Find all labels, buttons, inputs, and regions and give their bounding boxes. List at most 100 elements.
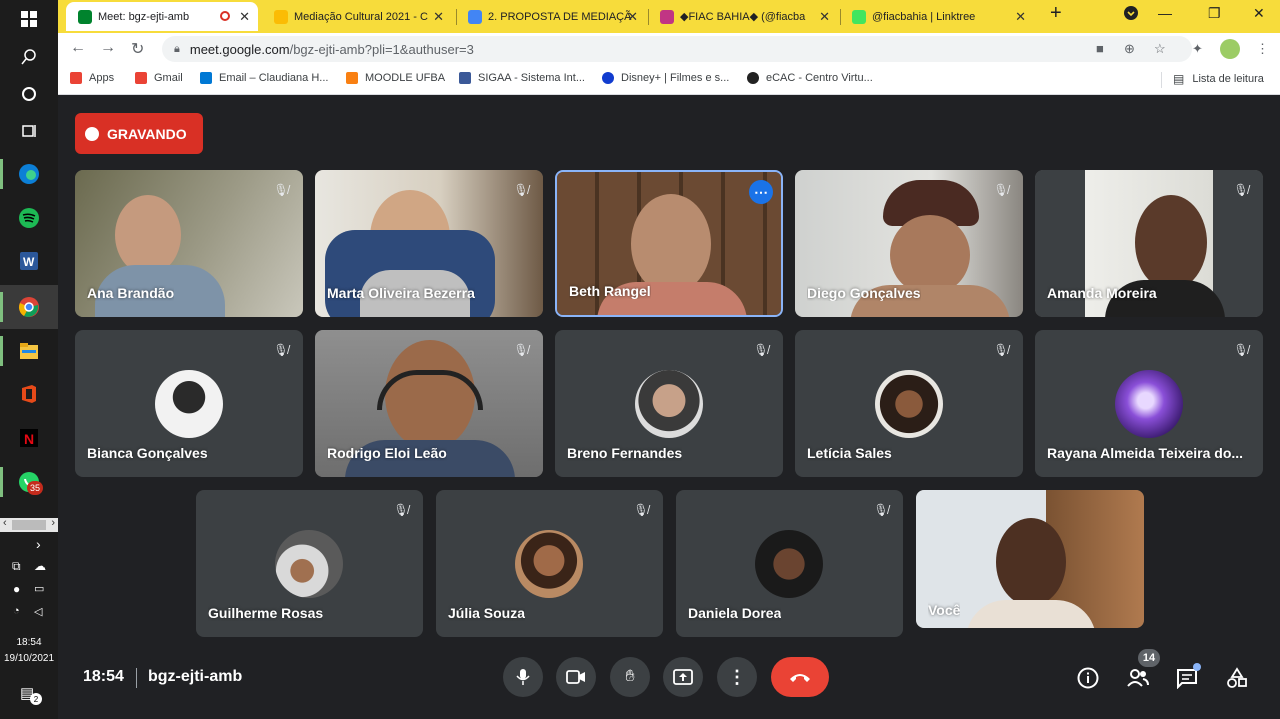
raise-hand-button[interactable]: ✋︎ bbox=[610, 657, 650, 697]
tab-instagram[interactable]: ◆FIAC BAHIA◆ (@fiacba ✕ bbox=[648, 2, 838, 31]
show-hidden-icons-icon[interactable]: › bbox=[36, 536, 41, 552]
taskbar-time[interactable]: 18:54 bbox=[0, 637, 58, 648]
participant-tile[interactable]: 🎙︎̸ Marta Oliveira Bezerra bbox=[315, 170, 543, 317]
more-options-icon[interactable]: ⋯ bbox=[749, 180, 773, 204]
cortana-icon[interactable] bbox=[14, 79, 44, 109]
zoom-icon[interactable]: ⊕ bbox=[1124, 41, 1135, 57]
leave-call-button[interactable] bbox=[771, 657, 829, 697]
participant-tile[interactable]: 🎙︎̸ Rodrigo Eloi Leão bbox=[315, 330, 543, 477]
muted-mic-icon: 🎙︎̸ bbox=[753, 343, 769, 357]
task-view-icon[interactable] bbox=[14, 116, 44, 146]
maximize-icon[interactable]: ❐ bbox=[1208, 5, 1221, 22]
file-explorer-icon[interactable] bbox=[14, 336, 44, 366]
tab-search-icon[interactable] bbox=[1123, 5, 1139, 24]
office-icon[interactable] bbox=[14, 379, 44, 409]
close-tab-icon[interactable]: ✕ bbox=[433, 9, 444, 25]
activities-button[interactable] bbox=[1224, 665, 1250, 691]
taskbar-date[interactable]: 19/10/2021 bbox=[0, 653, 58, 664]
tab-mediacao[interactable]: Mediação Cultural 2021 - C ✕ bbox=[262, 2, 452, 31]
reading-list[interactable]: ▤ Lista de leitura bbox=[1173, 72, 1264, 86]
tab-label: 2. PROPOSTA DE MEDIAÇÃ bbox=[488, 10, 632, 23]
participant-tile[interactable]: 🎙︎̸ Júlia Souza bbox=[436, 490, 663, 637]
tray-device-icon[interactable]: ⧉ bbox=[12, 559, 21, 574]
bookmark-star-icon[interactable]: ☆ bbox=[1154, 41, 1166, 57]
self-view-tile[interactable]: Você bbox=[916, 490, 1144, 628]
participant-tile[interactable]: 🎙︎̸ Ana Brandão bbox=[75, 170, 303, 317]
netflix-icon[interactable]: N bbox=[14, 423, 44, 453]
camera-in-use-icon[interactable]: ■ bbox=[1096, 41, 1104, 56]
participant-tile-speaking[interactable]: ⋯ Beth Rangel bbox=[555, 170, 783, 317]
bookmark-gmail[interactable]: Gmail bbox=[135, 72, 183, 84]
meet-stage: GRAVANDO 🎙︎̸ Ana Brandão 🎙︎̸ Marta Olive… bbox=[58, 96, 1280, 719]
tab-linktree[interactable]: @fiacbahia | Linktree ✕ bbox=[840, 2, 1034, 31]
tab-meet[interactable]: Meet: bgz-ejti-amb ✕ bbox=[66, 2, 258, 31]
bookmark-email[interactable]: Email – Claudiana H... bbox=[200, 72, 328, 84]
bookmark-moodle[interactable]: MOODLE UFBA bbox=[346, 72, 445, 84]
windows-start-icon[interactable] bbox=[14, 4, 44, 34]
close-tab-icon[interactable]: ✕ bbox=[627, 9, 638, 25]
back-icon[interactable]: ← bbox=[70, 39, 86, 57]
search-icon[interactable] bbox=[14, 42, 44, 72]
bookmark-label: Apps bbox=[89, 72, 115, 84]
muted-mic-icon: 🎙︎̸ bbox=[1233, 183, 1249, 197]
person-silhouette bbox=[115, 195, 181, 275]
microphone-button[interactable] bbox=[503, 657, 543, 697]
close-tab-icon[interactable]: ✕ bbox=[819, 9, 830, 25]
camera-button[interactable] bbox=[556, 657, 596, 697]
participant-tile[interactable]: 🎙︎̸ Breno Fernandes bbox=[555, 330, 783, 477]
participants-button[interactable] bbox=[1125, 665, 1151, 691]
participant-tile[interactable]: 🎙︎̸ Daniela Dorea bbox=[676, 490, 903, 637]
participant-name: Júlia Souza bbox=[448, 605, 526, 621]
word-icon[interactable]: W bbox=[14, 246, 44, 276]
volume-icon[interactable]: ◁ bbox=[34, 605, 42, 618]
meeting-details-button[interactable] bbox=[1075, 665, 1101, 691]
wifi-icon[interactable]: ◔ bbox=[13, 605, 20, 617]
address-bar[interactable]: 🔒︎ meet.google.com/bgz-ejti-amb?pli=1&au… bbox=[162, 36, 1192, 62]
bookmark-apps[interactable]: Apps bbox=[70, 72, 114, 84]
participant-tile[interactable]: 🎙︎̸ Rayana Almeida Teixeira do... bbox=[1035, 330, 1263, 477]
battery-icon[interactable]: ▭ bbox=[34, 582, 44, 595]
chrome-icon[interactable] bbox=[14, 292, 44, 322]
microphone-tray-icon[interactable]: ● bbox=[13, 582, 20, 596]
reload-icon[interactable]: ↻ bbox=[131, 39, 144, 59]
bookmark-ecac[interactable]: eCAC - Centro Virtu... bbox=[747, 72, 873, 84]
participant-tile[interactable]: 🎙︎̸ Letícia Sales bbox=[795, 330, 1023, 477]
taskbar-scrollbar[interactable]: ‹ › bbox=[0, 517, 58, 532]
spotify-icon[interactable] bbox=[14, 203, 44, 233]
participant-tile[interactable]: 🎙︎̸ Guilherme Rosas bbox=[196, 490, 423, 637]
bookmark-sigaa[interactable]: SIGAA - Sistema Int... bbox=[459, 72, 585, 84]
edge-icon[interactable] bbox=[14, 159, 44, 189]
scroll-thumb[interactable] bbox=[12, 520, 46, 530]
outlook-icon bbox=[200, 72, 212, 84]
participant-tile[interactable]: 🎙︎̸ Bianca Gonçalves bbox=[75, 330, 303, 477]
participant-tile[interactable]: 🎙︎̸ Amanda Moreira bbox=[1035, 170, 1263, 317]
new-tab-icon[interactable]: + bbox=[1050, 2, 1062, 25]
minimize-icon[interactable]: — bbox=[1158, 5, 1172, 21]
bookmark-label: Gmail bbox=[154, 72, 183, 84]
profile-avatar[interactable] bbox=[1220, 39, 1240, 59]
disney-icon bbox=[602, 72, 614, 84]
scroll-left-icon[interactable]: ‹ bbox=[3, 517, 7, 529]
present-screen-button[interactable] bbox=[663, 657, 703, 697]
close-window-icon[interactable]: ✕ bbox=[1253, 5, 1265, 22]
bookmark-disney[interactable]: Disney+ | Filmes e s... bbox=[602, 72, 729, 84]
participant-tile[interactable]: 🎙︎̸ Diego Gonçalves bbox=[795, 170, 1023, 317]
extensions-icon[interactable]: ✦ bbox=[1192, 41, 1203, 57]
running-indicator bbox=[0, 292, 3, 322]
chrome-menu-icon[interactable]: ⋮ bbox=[1256, 41, 1269, 57]
scroll-right-icon[interactable]: › bbox=[51, 517, 55, 529]
close-tab-icon[interactable]: ✕ bbox=[1015, 9, 1026, 25]
tab-proposta[interactable]: 2. PROPOSTA DE MEDIAÇÃ ✕ bbox=[456, 2, 646, 31]
chat-button[interactable] bbox=[1174, 663, 1201, 691]
meeting-code[interactable]: bgz-ejti-amb bbox=[148, 668, 242, 686]
forward-icon[interactable]: → bbox=[100, 39, 116, 57]
participant-name: Bianca Gonçalves bbox=[87, 445, 208, 461]
recording-label: GRAVANDO bbox=[107, 125, 187, 142]
bottom-bar-divider bbox=[136, 668, 137, 688]
close-tab-icon[interactable]: ✕ bbox=[239, 9, 250, 25]
participant-name: Rayana Almeida Teixeira do... bbox=[1047, 445, 1244, 461]
more-options-button[interactable]: ⋮ bbox=[717, 657, 757, 697]
onedrive-icon[interactable]: ☁ bbox=[34, 559, 46, 573]
lock-icon[interactable]: 🔒︎ bbox=[174, 43, 180, 56]
recording-badge[interactable]: GRAVANDO bbox=[75, 113, 203, 154]
